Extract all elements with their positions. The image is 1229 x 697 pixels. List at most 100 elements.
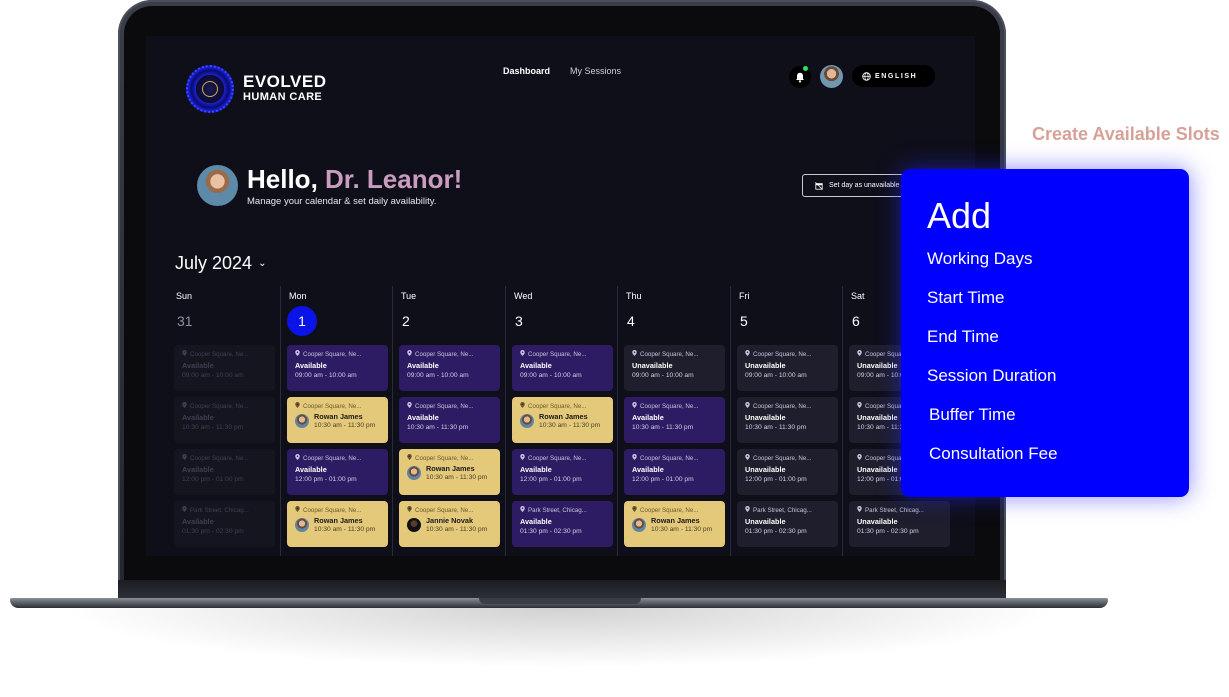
day-number[interactable]: 5 <box>740 313 748 329</box>
week-calendar: Sun 31 Cooper Square, Ne... Available 09:00 … <box>168 286 975 556</box>
time-slot-available[interactable]: Cooper Square, Ne... Available 09:00 am - … <box>287 345 388 391</box>
nav-my-sessions[interactable]: My Sessions <box>570 66 621 76</box>
slot-location-text: Cooper Square, Ne... <box>528 454 587 462</box>
day-name: Wed <box>514 291 533 301</box>
slot-status: Available <box>520 361 552 370</box>
greeting-subtitle: Manage your calendar & set daily availab… <box>247 196 437 207</box>
location-pin-icon <box>857 402 862 410</box>
location-pin-icon <box>632 350 637 358</box>
day-number-today[interactable]: 1 <box>287 306 317 336</box>
time-slot-unavailable[interactable]: Park Street, Chicag... Unavailable 01:30 p… <box>849 501 950 547</box>
day-number[interactable]: 3 <box>515 313 523 329</box>
booking-info: Rowan James 10:30 am - 11:30 pm <box>295 516 388 533</box>
day-number[interactable]: 31 <box>177 313 193 329</box>
patient-name: Jannie Novak <box>426 516 474 525</box>
time-slot-available[interactable]: Cooper Square, Ne... Available 09:00 am - … <box>512 345 613 391</box>
slot-time: 12:00 pm - 01:00 pm <box>295 476 357 483</box>
callout-item-consultation-fee: Consultation Fee <box>929 444 1058 463</box>
slot-location: Cooper Square, Ne... <box>632 402 725 410</box>
location-pin-icon <box>407 402 412 410</box>
patient-avatar <box>632 517 646 532</box>
time-slot-unavailable[interactable]: Cooper Square, Ne... Unavailable 10:30 am … <box>737 397 838 443</box>
location-pin-icon <box>745 402 750 410</box>
slot-time: 01:30 pm - 02:30 pm <box>182 528 244 535</box>
location-pin-icon <box>745 506 750 514</box>
user-avatar[interactable] <box>820 65 843 88</box>
patient-name: Rowan James <box>314 412 363 421</box>
callout-item-start-time: Start Time <box>927 288 1005 307</box>
slot-location-text: Cooper Square, Ne... <box>528 402 587 410</box>
time-slot-booked[interactable]: Cooper Square, Ne... Rowan James 10:30 am … <box>287 397 388 443</box>
booking-info: Rowan James 10:30 am - 11:30 pm <box>295 412 388 429</box>
time-slot-unavailable[interactable]: Park Street, Chicag... Unavailable 01:30 p… <box>737 501 838 547</box>
day-column-mon: Mon 1 Cooper Square, Ne... Available 09:00 a… <box>280 286 392 556</box>
slot-time: 09:00 am - 10:00 am <box>407 372 469 379</box>
slot-location: Cooper Square, Ne... <box>407 454 500 462</box>
location-pin-icon <box>745 454 750 462</box>
slot-location: Cooper Square, Ne... <box>520 350 613 358</box>
globe-icon <box>862 71 871 81</box>
slot-time: 10:30 am - 11:30 pm <box>407 424 469 431</box>
slot-location-text: Cooper Square, Ne... <box>640 350 699 358</box>
location-pin-icon <box>745 350 750 358</box>
slot-location: Cooper Square, Ne... <box>632 506 725 514</box>
set-day-unavailable-button[interactable]: Set day as unavailable <box>802 174 906 197</box>
language-selector[interactable]: ENGLISH <box>852 65 935 87</box>
logo-icon <box>186 65 234 113</box>
day-column-fri: Fri 5 Cooper Square, Ne... Unavailable 09:00… <box>730 286 842 556</box>
laptop-shadow <box>60 608 1060 668</box>
slot-location-text: Cooper Square, Ne... <box>528 350 587 358</box>
time-slot-available[interactable]: Cooper Square, Ne... Available 10:30 am - … <box>399 397 500 443</box>
slot-time: 09:00 am - 10:00 am <box>745 372 807 379</box>
time-slot-available[interactable]: Cooper Square, Ne... Available 10:30 am - … <box>624 397 725 443</box>
time-slot-past[interactable]: Cooper Square, Ne... Available 09:00 am - … <box>174 345 275 391</box>
slot-location-text: Park Street, Chicag... <box>190 506 249 514</box>
time-slot-past[interactable]: Cooper Square, Ne... Available 12:00 pm - … <box>174 449 275 495</box>
time-slot-available[interactable]: Cooper Square, Ne... Available 12:00 pm - … <box>287 449 388 495</box>
nav-dashboard[interactable]: Dashboard <box>503 66 550 76</box>
day-number[interactable]: 4 <box>627 313 635 329</box>
time-slot-available[interactable]: Cooper Square, Ne... Available 12:00 pm - … <box>512 449 613 495</box>
top-nav: EVOLVED HUMAN CARE Dashboard My Sessions… <box>146 36 975 136</box>
slot-location-text: Cooper Square, Ne... <box>190 402 249 410</box>
notification-dot <box>803 66 808 71</box>
slot-location-text: Cooper Square, Ne... <box>303 454 362 462</box>
slot-status: Available <box>182 465 214 474</box>
day-number[interactable]: 2 <box>402 313 410 329</box>
slot-status: Available <box>295 361 327 370</box>
time-slot-booked[interactable]: Cooper Square, Ne... Jannie Novak 10:30 am… <box>399 501 500 547</box>
callout-heading: Add <box>927 195 992 236</box>
language-label: ENGLISH <box>875 72 918 80</box>
booking-info: Rowan James 10:30 am - 11:30 pm <box>407 464 500 481</box>
slot-time: 10:30 am - 11:30 pm <box>745 424 807 431</box>
day-number[interactable]: 6 <box>852 313 860 329</box>
logo-text-line2: HUMAN CARE <box>243 91 323 103</box>
day-name: Thu <box>626 291 642 301</box>
time-slot-unavailable[interactable]: Cooper Square, Ne... Unavailable 09:00 am … <box>624 345 725 391</box>
time-slot-unavailable[interactable]: Cooper Square, Ne... Unavailable 12:00 pm … <box>737 449 838 495</box>
time-slot-past[interactable]: Park Street, Chicag... Available 01:30 pm … <box>174 501 275 547</box>
slot-status: Available <box>182 361 214 370</box>
month-selector[interactable]: July 2024 ⌄ <box>175 253 266 274</box>
location-pin-icon <box>857 454 862 462</box>
time-slot-booked[interactable]: Cooper Square, Ne... Rowan James 10:30 am … <box>624 501 725 547</box>
slot-location: Cooper Square, Ne... <box>745 350 838 358</box>
location-pin-icon <box>295 506 300 514</box>
time-slot-available[interactable]: Park Street, Chicag... Available 01:30 pm … <box>512 501 613 547</box>
time-slot-past[interactable]: Cooper Square, Ne... Available 10:30 am - … <box>174 397 275 443</box>
slot-time: 01:30 pm - 02:30 pm <box>745 528 807 535</box>
notifications-button[interactable] <box>789 66 811 88</box>
patient-name: Rowan James <box>651 516 700 525</box>
patient-avatar <box>295 517 309 532</box>
time-slot-available[interactable]: Cooper Square, Ne... Available 12:00 pm - … <box>624 449 725 495</box>
slot-location-text: Cooper Square, Ne... <box>640 506 699 514</box>
slot-location: Cooper Square, Ne... <box>520 454 613 462</box>
time-slot-booked[interactable]: Cooper Square, Ne... Rowan James 10:30 am … <box>512 397 613 443</box>
time-slot-unavailable[interactable]: Cooper Square, Ne... Unavailable 09:00 am … <box>737 345 838 391</box>
slot-status: Available <box>632 413 664 422</box>
time-slot-booked[interactable]: Cooper Square, Ne... Rowan James 10:30 am … <box>399 449 500 495</box>
slot-status: Available <box>520 517 552 526</box>
time-slot-booked[interactable]: Cooper Square, Ne... Rowan James 10:30 am … <box>287 501 388 547</box>
slot-location-text: Cooper Square, Ne... <box>640 454 699 462</box>
time-slot-available[interactable]: Cooper Square, Ne... Available 09:00 am - … <box>399 345 500 391</box>
